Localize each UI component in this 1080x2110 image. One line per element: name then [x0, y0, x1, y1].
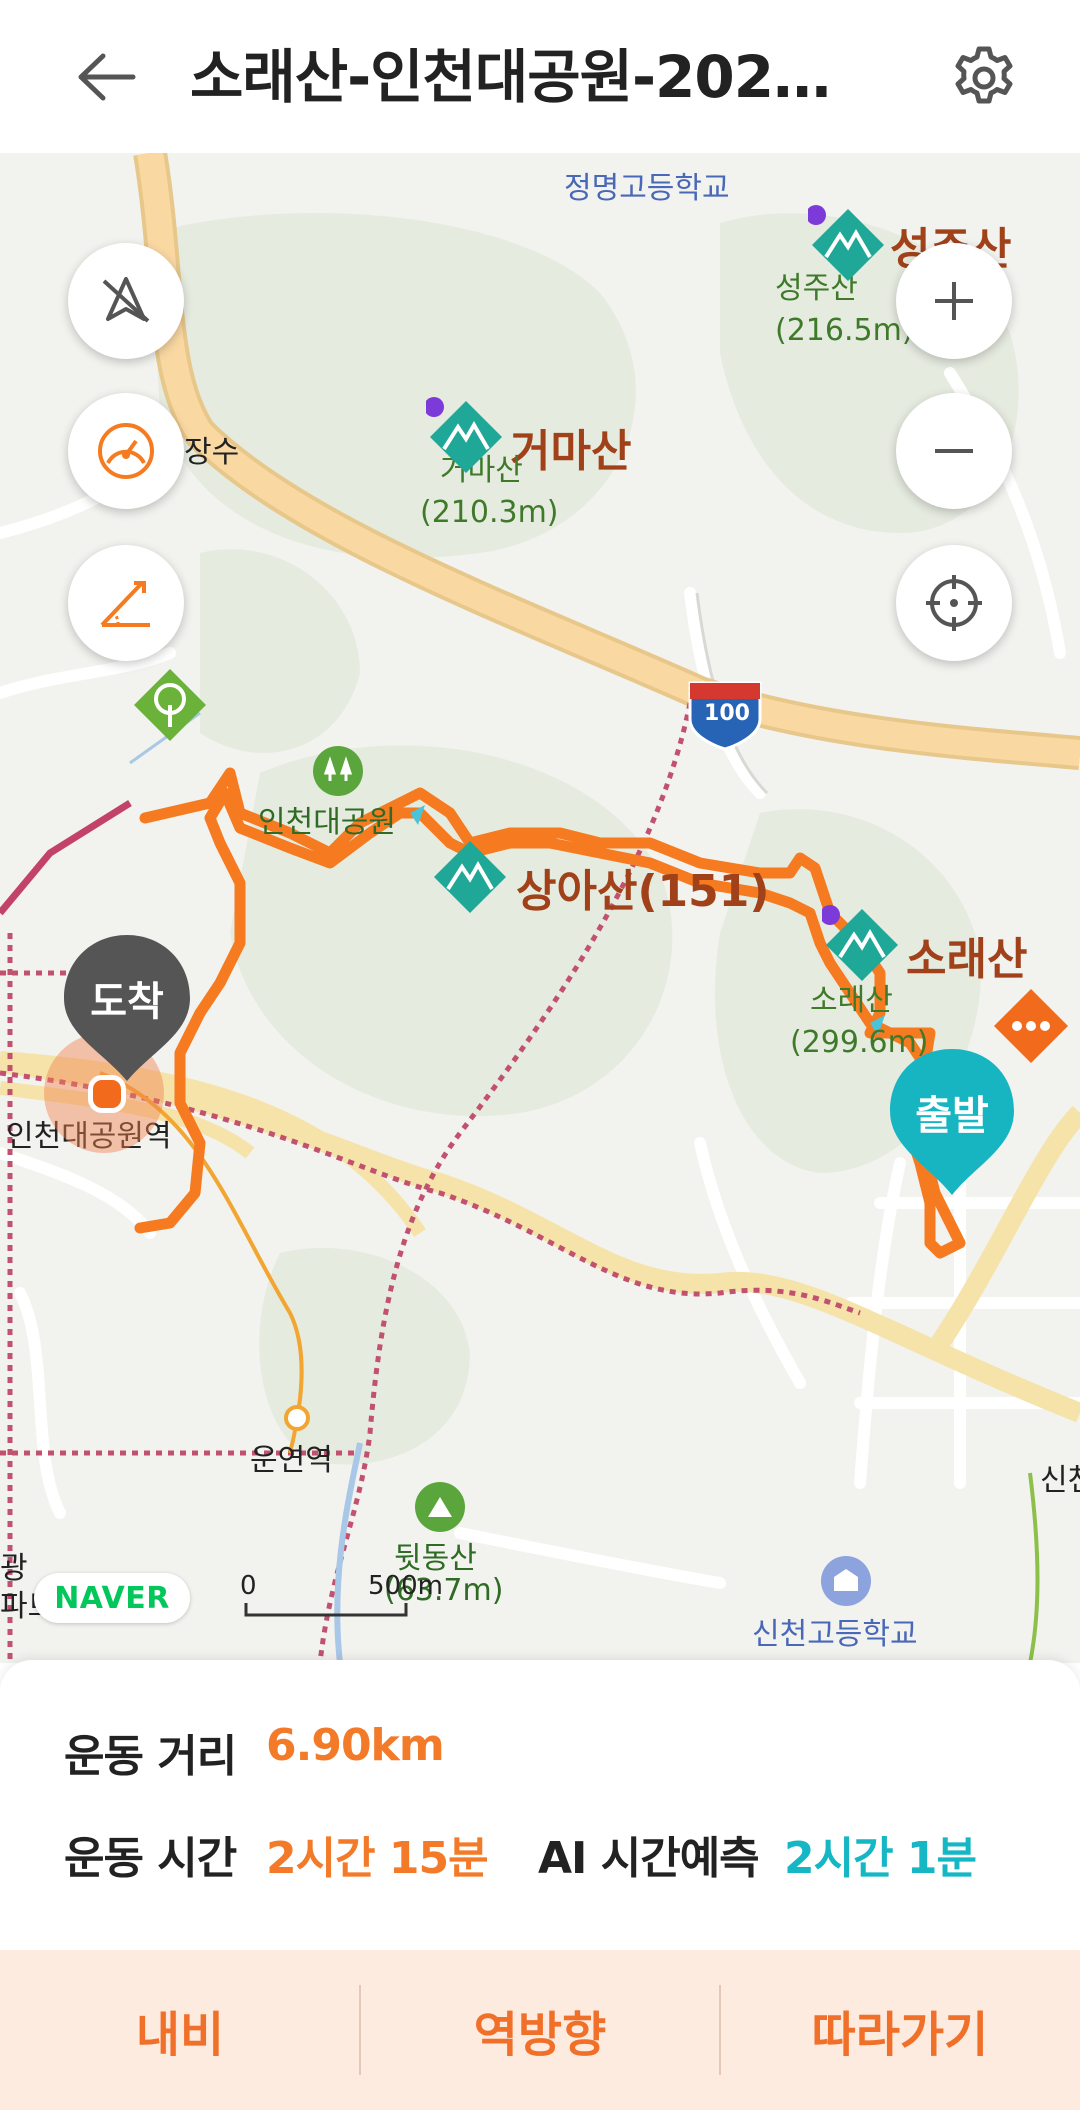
locate-button[interactable] — [896, 545, 1012, 661]
ai-time-value: 2시간 1분 — [784, 1833, 977, 1884]
action-bar: 내비 역방향 따라가기 — [0, 1950, 1080, 2110]
arrival-marker[interactable]: 도착 — [62, 933, 192, 1081]
page-title: 소래산-인천대공원-202… — [190, 43, 831, 111]
reverse-button[interactable]: 역방향 — [360, 1950, 720, 2110]
park-icon — [312, 745, 364, 801]
compass-off-icon — [102, 277, 150, 323]
map-label-seongjusan-height: (216.5m) — [775, 313, 914, 348]
header: 소래산-인천대공원-202… — [0, 0, 1080, 153]
tree-icon[interactable] — [130, 665, 210, 749]
map-label-sincheon-school: 신천고등학교 — [752, 1617, 918, 1652]
distance-label: 운동 거리 — [64, 1731, 237, 1782]
back-button[interactable] — [70, 40, 144, 114]
arrival-point — [88, 1075, 126, 1113]
mountain-icon[interactable] — [424, 397, 506, 481]
scale-zero: 0 — [240, 1571, 257, 1601]
map-view[interactable]: 정명고등학교 성주산 성주산 (216.5m) 거마산 거마산 (210.3m)… — [0, 153, 1080, 1663]
time-value: 2시간 15분 — [266, 1833, 489, 1884]
highway-number: 100 — [704, 701, 750, 726]
zoom-in-button[interactable] — [896, 243, 1012, 359]
zoom-out-button[interactable] — [896, 393, 1012, 509]
speedometer-icon — [98, 423, 154, 479]
naver-logo: NAVER — [34, 1573, 190, 1623]
start-marker[interactable]: 출발 — [888, 1047, 1016, 1195]
minus-icon — [935, 449, 973, 453]
route-info-panel: 운동 거리 6.90km 운동 시간 2시간 15분 AI 시간예측 2시간 1… — [0, 1660, 1080, 1950]
speedometer-button[interactable] — [68, 393, 184, 509]
mountain-icon[interactable] — [430, 837, 510, 921]
crosshair-icon — [926, 575, 982, 631]
compass-toggle-button[interactable] — [68, 243, 184, 359]
slope-button[interactable] — [68, 545, 184, 661]
slope-angle-icon — [100, 581, 150, 627]
map-label-sangasan: 상아산(151) — [516, 866, 770, 917]
navi-button[interactable]: 내비 — [0, 1950, 360, 2110]
gear-icon — [955, 46, 1013, 104]
mountain-icon[interactable] — [820, 905, 902, 989]
map-label-sincheon: 신천 — [1040, 1463, 1080, 1498]
school-icon — [820, 1555, 872, 1611]
map-label-geomasan: 거마산 — [510, 426, 632, 477]
plus-icon — [935, 282, 973, 320]
distance-value: 6.90km — [266, 1720, 445, 1771]
park-icon — [414, 1481, 466, 1537]
ai-time-label: AI 시간예측 — [538, 1833, 760, 1884]
map-label-soraesan: 소래산 — [906, 934, 1028, 985]
map-label-school: 정명고등학교 — [564, 171, 730, 206]
map-label-jangsu: 장수 — [184, 435, 240, 470]
settings-button[interactable] — [944, 38, 1024, 118]
time-label: 운동 시간 — [64, 1833, 237, 1884]
map-label-geomasan-height: (210.3m) — [420, 495, 559, 530]
arrow-left-icon — [78, 53, 136, 101]
follow-button[interactable]: 따라가기 — [720, 1950, 1080, 2110]
map-label-unyeon-station: 운연역 — [250, 1443, 333, 1478]
scale-distance: 500m — [368, 1571, 443, 1601]
map-label-incheon-park: 인천대공원 — [258, 805, 396, 840]
mountain-icon[interactable] — [806, 205, 888, 289]
